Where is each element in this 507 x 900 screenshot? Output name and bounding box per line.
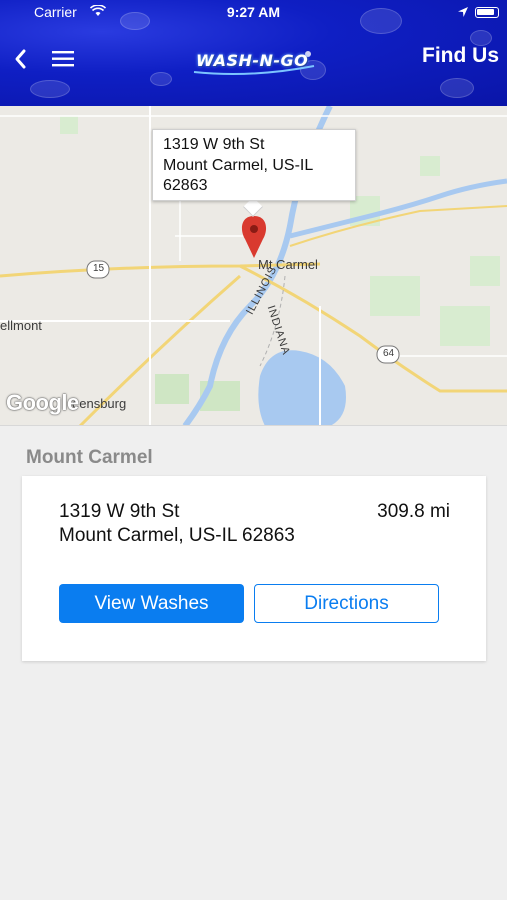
location-services-icon [457, 5, 469, 21]
view-washes-button[interactable]: View Washes [59, 584, 244, 623]
route-shield-label: 15 [93, 263, 105, 274]
callout-line: Mount Carmel, US-IL [163, 156, 314, 174]
map-callout[interactable]: 1319 W 9th St Mount Carmel, US-IL 62863 [152, 129, 356, 201]
address-line-1: 1319 W 9th St [59, 501, 180, 522]
hamburger-menu-icon [52, 51, 74, 67]
page-title: Find Us [422, 44, 499, 67]
navigation-bar: WASH-N-GO Find Us [0, 40, 507, 80]
menu-button[interactable] [50, 48, 76, 70]
water-drop-decoration [440, 78, 474, 98]
directions-button[interactable]: Directions [254, 584, 439, 623]
address-line-2: Mount Carmel, US-IL 62863 [59, 525, 295, 546]
map-label-town: ellmont [0, 318, 42, 333]
route-shield-label: 64 [383, 348, 395, 359]
map-label-town: eensburg [72, 396, 127, 411]
status-bar: Carrier 9:27 AM [0, 0, 507, 26]
back-button[interactable] [8, 44, 34, 74]
chevron-left-icon [15, 49, 26, 69]
map-view[interactable]: Mt Carmel ellmont eensburg ILLINOIS INDI… [0, 106, 507, 426]
brand-logo: WASH-N-GO [192, 48, 316, 76]
google-attribution-logo[interactable]: Google [6, 390, 79, 416]
logo-text: WASH-N-GO [196, 51, 309, 70]
location-card: 1319 W 9th St Mount Carmel, US-IL 62863 … [22, 476, 486, 661]
distance-label: 309.8 mi [377, 501, 450, 522]
callout-line: 1319 W 9th St [163, 136, 265, 153]
status-time: 9:27 AM [226, 4, 281, 20]
water-drop-decoration [30, 80, 70, 98]
callout-line: 62863 [163, 177, 208, 194]
battery-icon [475, 7, 499, 18]
section-title: Mount Carmel [26, 447, 153, 468]
app-header: Carrier 9:27 AM WASH-N-GO Find Us [0, 0, 507, 106]
